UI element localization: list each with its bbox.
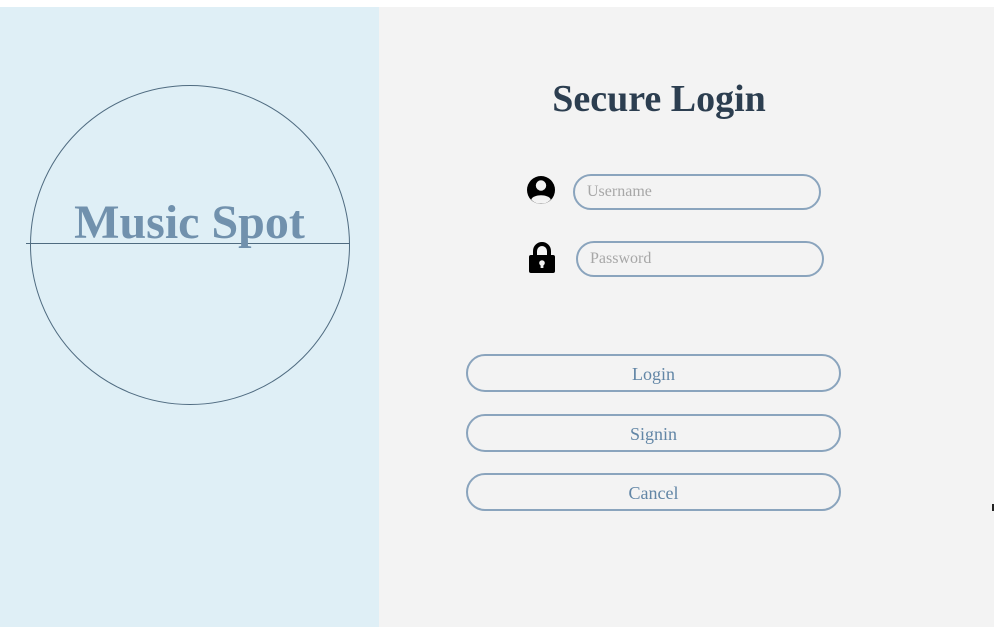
login-button[interactable]: Login — [466, 354, 841, 392]
signin-button[interactable]: Signin — [466, 414, 841, 452]
lock-icon — [526, 240, 558, 274]
page-title: Secure Login — [552, 78, 766, 120]
username-input[interactable] — [573, 174, 821, 210]
user-circle-icon — [525, 173, 557, 207]
login-panel: Secure Login Login Signin Cancel — [379, 7, 994, 627]
logo-text: Music Spot — [74, 196, 305, 249]
password-input[interactable] — [576, 241, 824, 277]
login-window: Music Spot Secure Login Login Signin Can… — [0, 7, 994, 627]
logo-panel: Music Spot — [0, 7, 379, 627]
cancel-button[interactable]: Cancel — [466, 473, 841, 511]
